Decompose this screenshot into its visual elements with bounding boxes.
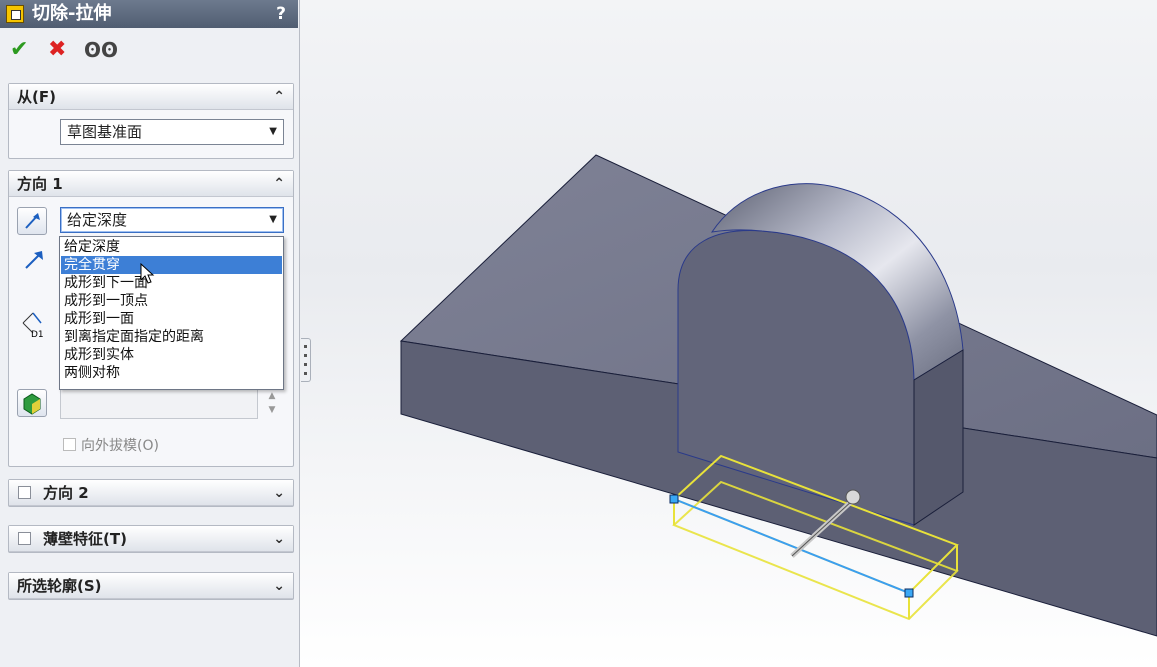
expand-icon[interactable]: ⌄ [273, 480, 285, 506]
property-manager: 切除-拉伸 ? ✔ ✖ ʘʘ 从(F) ⌃ 草图基准面 ▼ 方向 1 ⌃ 给定深… [0, 0, 300, 667]
direction1-group-header[interactable]: 方向 1 ⌃ [9, 171, 293, 197]
draft-outward-label: 向外拔模(O) [81, 438, 159, 454]
end-condition-value: 给定深度 [67, 211, 128, 229]
dropdown-option[interactable]: 成形到实体 [61, 346, 282, 364]
reverse-direction-button[interactable] [17, 207, 47, 235]
dropdown-option[interactable]: 两侧对称 [61, 364, 282, 382]
direction2-group-header[interactable]: 方向 2 ⌄ [9, 480, 293, 506]
selected-contours-group-header[interactable]: 所选轮廓(S) ⌄ [9, 573, 293, 599]
depth-dimension-icon: D1 [22, 312, 44, 339]
draft-angle-spinner[interactable]: ▲ ▼ [263, 389, 281, 419]
extrude-cut-icon [6, 5, 24, 23]
collapse-icon[interactable]: ⌃ [273, 84, 285, 110]
dropdown-option[interactable]: 成形到下一面 [61, 274, 282, 292]
draft-outward-checkbox[interactable] [63, 438, 76, 451]
checkmark-icon[interactable]: ✔ [10, 36, 28, 64]
end-condition-dropdown[interactable]: 给定深度 完全贯穿 成形到下一面 成形到一顶点 成形到一面 到离指定面指定的距离… [59, 236, 284, 390]
from-group: 从(F) ⌃ 草图基准面 ▼ [8, 83, 294, 159]
from-group-header[interactable]: 从(F) ⌃ [9, 84, 293, 110]
dropdown-option[interactable]: 成形到一顶点 [61, 292, 282, 310]
thin-feature-header-label: 薄壁特征(T) [43, 530, 127, 548]
selected-contours-header-label: 所选轮廓(S) [17, 577, 102, 595]
direction2-checkbox[interactable] [18, 486, 31, 499]
from-select[interactable]: 草图基准面 ▼ [60, 119, 284, 145]
dropdown-option[interactable]: 成形到一面 [61, 310, 282, 328]
selected-contours-group: 所选轮廓(S) ⌄ [8, 572, 294, 600]
chevron-down-icon: ▼ [269, 214, 277, 225]
x-icon[interactable]: ✖ [48, 36, 66, 64]
panel-splitter-handle[interactable] [301, 338, 311, 382]
expand-icon[interactable]: ⌄ [273, 573, 285, 599]
sketch-endpoint-right[interactable] [904, 588, 914, 598]
dropdown-option[interactable]: 给定深度 [61, 238, 282, 256]
graphics-viewport[interactable] [300, 0, 1157, 667]
chevron-down-icon: ▼ [269, 126, 277, 137]
reverse-direction-icon [25, 213, 40, 229]
panel-title: 切除-拉伸 [32, 3, 112, 24]
thin-feature-group-header[interactable]: 薄壁特征(T) ⌄ [9, 526, 293, 552]
svg-text:D1: D1 [31, 330, 44, 339]
direction2-group: 方向 2 ⌄ [8, 479, 294, 507]
collapse-icon[interactable]: ⌃ [273, 171, 285, 197]
draft-toggle-button[interactable] [17, 389, 47, 417]
end-condition-select[interactable]: 给定深度 ▼ [60, 207, 284, 233]
mouse-cursor-icon [140, 263, 155, 284]
dropdown-option[interactable]: 到离指定面指定的距离 [61, 328, 282, 346]
expand-icon[interactable]: ⌄ [273, 526, 285, 552]
help-button[interactable]: ? [276, 0, 286, 28]
dropdown-option-highlighted[interactable]: 完全贯穿 [61, 256, 282, 274]
glasses-icon[interactable]: ʘʘ [84, 36, 118, 64]
sketch-endpoint-left[interactable] [669, 494, 679, 504]
panel-title-bar: 切除-拉伸 ? [0, 0, 298, 28]
direction2-header-label: 方向 2 [43, 484, 89, 502]
model-view[interactable] [300, 0, 1157, 667]
thin-feature-group: 薄壁特征(T) ⌄ [8, 525, 294, 553]
from-selected-value: 草图基准面 [67, 123, 143, 141]
thin-feature-checkbox[interactable] [18, 532, 31, 545]
draft-angle-field[interactable] [60, 389, 258, 419]
direction-vector-icon[interactable] [21, 247, 47, 273]
direction1-header-label: 方向 1 [17, 175, 63, 193]
draft-icon [23, 393, 41, 415]
from-header-label: 从(F) [17, 88, 56, 106]
